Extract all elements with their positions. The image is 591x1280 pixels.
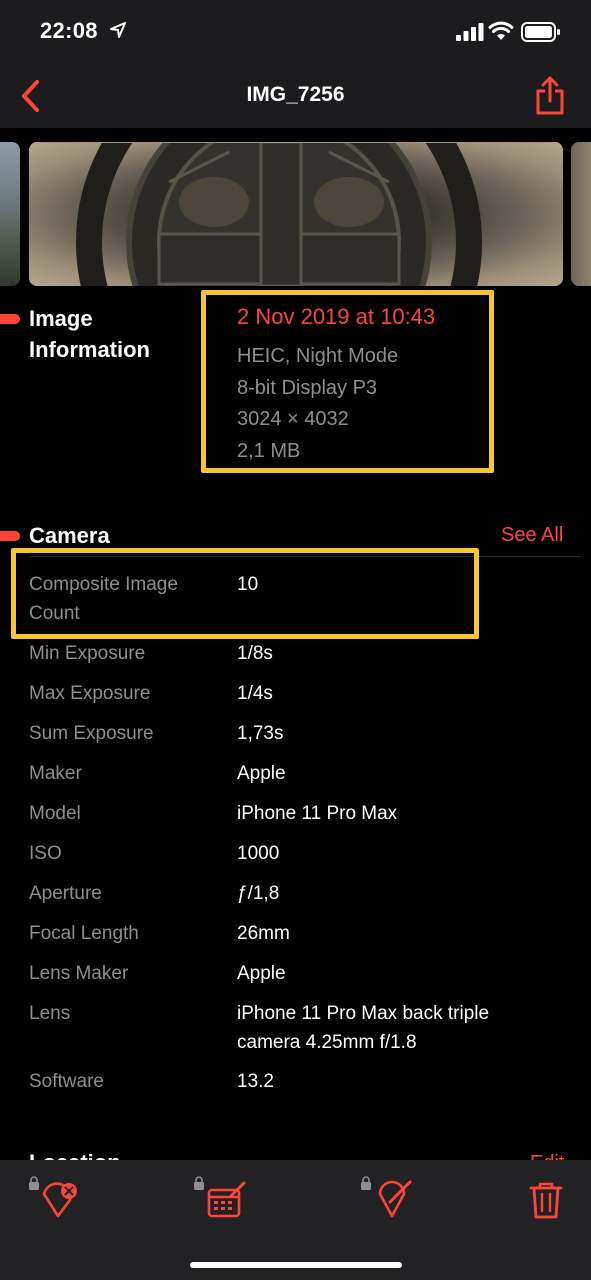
- section-marker: [0, 314, 20, 324]
- exif-value: 1,73s: [237, 723, 284, 744]
- current-photo[interactable]: [29, 142, 563, 286]
- exif-value: 13.2: [237, 1071, 274, 1092]
- exif-label: Model: [29, 803, 81, 824]
- section-marker: [0, 531, 20, 541]
- remove-metadata-button[interactable]: [28, 1174, 84, 1224]
- highlight-box: [201, 290, 494, 473]
- exif-value: 1000: [237, 843, 280, 864]
- previous-photo-thumbnail[interactable]: [0, 142, 20, 286]
- location-edit-icon: [378, 1180, 412, 1218]
- exif-label: Focal Length: [29, 923, 139, 944]
- navigation-bar: IMG_7256: [0, 66, 591, 128]
- next-photo-thumbnail[interactable]: [571, 142, 591, 286]
- lock-icon: [361, 1176, 371, 1190]
- exif-value: 1/8s: [237, 643, 273, 664]
- medallion-photo-image: [29, 142, 563, 286]
- exif-label: ISO: [29, 843, 62, 864]
- lock-icon: [29, 1176, 39, 1190]
- trash-icon: [529, 1182, 563, 1219]
- page-title: IMG_7256: [246, 83, 345, 106]
- exif-label: Lens: [29, 1003, 71, 1024]
- status-bar: 22:08: [0, 0, 591, 66]
- status-time: 22:08: [40, 18, 98, 43]
- exif-label: Max Exposure: [29, 683, 151, 704]
- camera-heading: Camera: [29, 523, 110, 548]
- share-button[interactable]: [530, 74, 570, 118]
- image-information-heading: Image Information: [29, 306, 150, 362]
- edit-date-button[interactable]: [193, 1174, 249, 1224]
- edit-location-tool-button[interactable]: [360, 1174, 416, 1224]
- exif-label: Maker: [29, 763, 82, 784]
- battery-icon: [521, 22, 560, 42]
- wifi-icon: [488, 21, 514, 40]
- photo-strip[interactable]: [0, 142, 591, 286]
- share-icon: [536, 76, 564, 115]
- exif-value: Apple: [237, 763, 286, 784]
- exif-value: 26mm: [237, 923, 290, 944]
- calendar-edit-icon: [207, 1181, 246, 1218]
- tag-remove-icon: [42, 1182, 77, 1218]
- exif-label: Software: [29, 1071, 104, 1092]
- exif-value: iPhone 11 Pro Max back triple camera 4.2…: [237, 1003, 490, 1053]
- exif-label: Lens Maker: [29, 963, 129, 984]
- exif-label: Min Exposure: [29, 643, 146, 664]
- exif-value: ƒ/1,8: [237, 883, 280, 904]
- location-arrow-icon: [110, 22, 126, 38]
- cellular-signal-icon: [456, 23, 484, 41]
- highlight-box: [11, 548, 479, 639]
- exif-label: Aperture: [29, 883, 102, 904]
- home-indicator[interactable]: [190, 1262, 402, 1268]
- exif-value: 1/4s: [237, 683, 273, 704]
- exif-value: iPhone 11 Pro Max: [237, 803, 398, 824]
- exif-value: Apple: [237, 963, 286, 984]
- see-all-button[interactable]: See All: [501, 524, 563, 547]
- exif-label: Sum Exposure: [29, 723, 154, 744]
- lock-icon: [194, 1176, 204, 1190]
- delete-button[interactable]: [520, 1174, 576, 1224]
